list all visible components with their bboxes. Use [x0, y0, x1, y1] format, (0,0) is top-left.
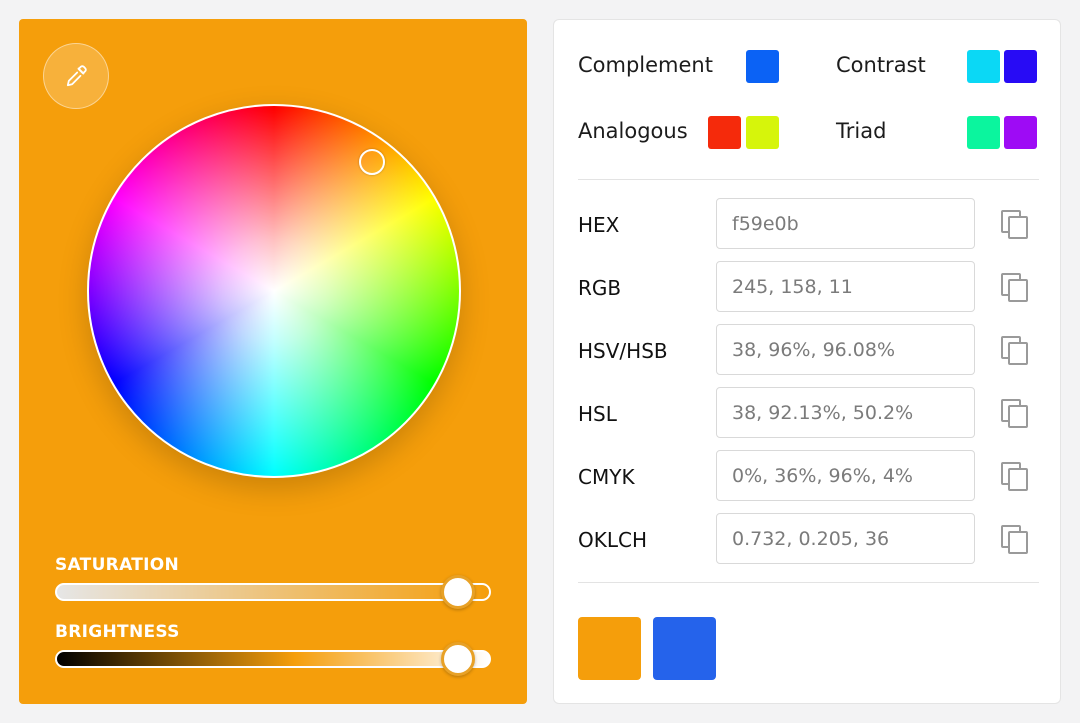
- copy-icon[interactable]: [999, 397, 1031, 429]
- divider: [578, 179, 1039, 180]
- hsl-input[interactable]: [716, 387, 975, 438]
- brightness-label: BRIGHTNESS: [55, 622, 180, 642]
- complement-swatch[interactable]: [746, 50, 779, 83]
- hsv-label: HSV/HSB: [578, 339, 668, 363]
- analogous-label: Analogous: [578, 119, 688, 143]
- hex-label: HEX: [578, 213, 620, 237]
- contrast-swatch-2[interactable]: [1004, 50, 1037, 83]
- complement-label: Complement: [578, 53, 713, 77]
- color-picker-panel: SATURATION BRIGHTNESS: [19, 19, 527, 704]
- current-color-swatch[interactable]: [578, 617, 641, 680]
- oklch-input[interactable]: [716, 513, 975, 564]
- divider: [578, 582, 1039, 583]
- brightness-slider-thumb[interactable]: [441, 642, 476, 676]
- brightness-slider[interactable]: [55, 642, 491, 676]
- saturation-slider-thumb[interactable]: [441, 575, 476, 609]
- triad-swatch-2[interactable]: [1004, 116, 1037, 149]
- triad-label: Triad: [836, 119, 887, 143]
- copy-icon[interactable]: [999, 271, 1031, 303]
- color-wheel-handle[interactable]: [359, 149, 385, 175]
- hsv-input[interactable]: [716, 324, 975, 375]
- contrast-swatch-1[interactable]: [967, 50, 1000, 83]
- eyedropper-button[interactable]: [43, 43, 109, 109]
- oklch-label: OKLCH: [578, 528, 648, 552]
- copy-icon[interactable]: [999, 523, 1031, 555]
- color-wheel[interactable]: [87, 104, 461, 478]
- copy-icon[interactable]: [999, 208, 1031, 240]
- saturation-label: SATURATION: [55, 555, 180, 575]
- cmyk-input[interactable]: [716, 450, 975, 501]
- contrast-label: Contrast: [836, 53, 926, 77]
- eyedropper-icon: [66, 65, 87, 87]
- hsl-label: HSL: [578, 402, 617, 426]
- saved-color-swatch[interactable]: [653, 617, 716, 680]
- copy-icon[interactable]: [999, 334, 1031, 366]
- cmyk-label: CMYK: [578, 465, 635, 489]
- rgb-label: RGB: [578, 276, 622, 300]
- copy-icon[interactable]: [999, 460, 1031, 492]
- rgb-input[interactable]: [716, 261, 975, 312]
- analogous-swatch-1[interactable]: [708, 116, 741, 149]
- color-info-panel: Complement Contrast Analogous Triad HEX …: [553, 19, 1061, 704]
- saturation-slider[interactable]: [55, 575, 491, 609]
- color-wheel-gradient[interactable]: [87, 104, 461, 478]
- triad-swatch-1[interactable]: [967, 116, 1000, 149]
- analogous-swatch-2[interactable]: [746, 116, 779, 149]
- hex-input[interactable]: [716, 198, 975, 249]
